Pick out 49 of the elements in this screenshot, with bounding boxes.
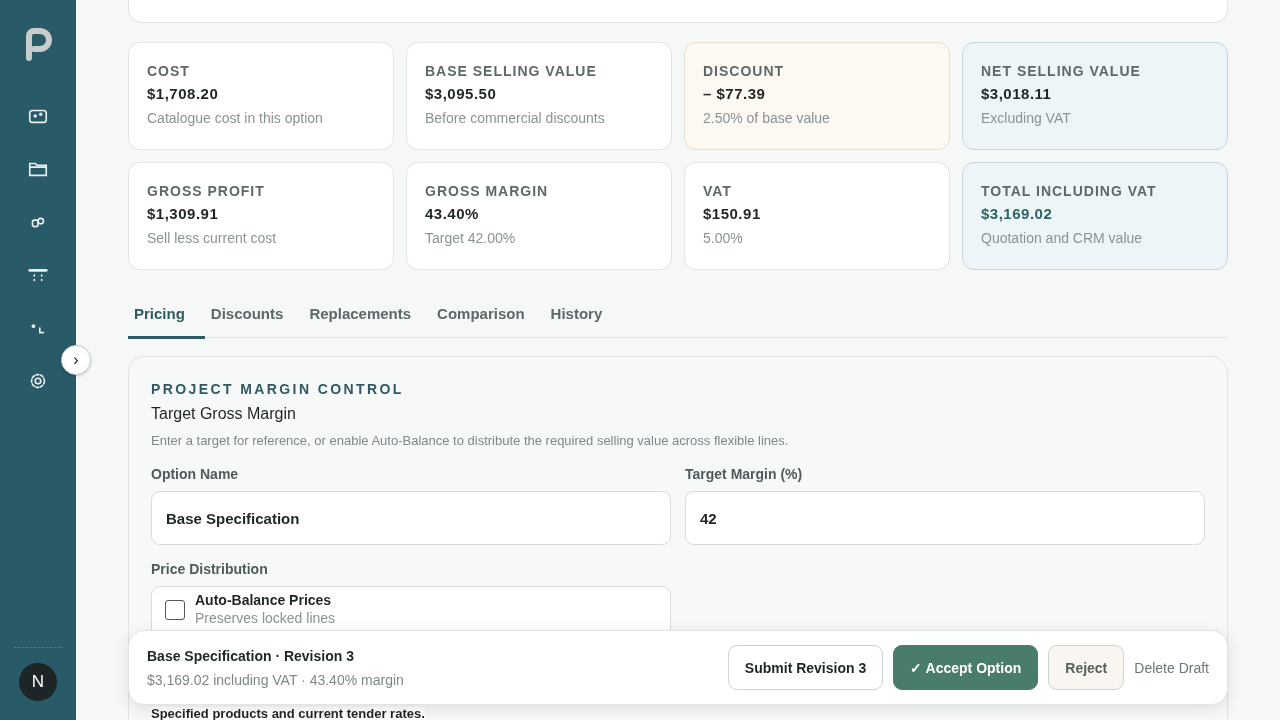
option-label: Auto-Balance Prices [195,592,333,608]
card-note: 5.00% [703,230,743,246]
option-hint: Preserves locked lines [195,610,336,626]
action-button[interactable]: ✓ Accept Option [893,645,1039,690]
card-label: DISCOUNT [703,63,785,79]
card-value: 43.40% [425,205,479,222]
action-button[interactable]: Reject [1048,645,1125,690]
logo-icon [23,28,53,62]
tab[interactable]: Pricing [128,283,205,339]
card-label: NET SELLING VALUE [981,63,1141,79]
input-field[interactable]: 42 [685,491,1205,545]
card-value: $1,309.91 [147,205,219,222]
option-summary: $3,169.02 including VAT · 43.40% margin [147,671,404,688]
input-field[interactable]: Base Specification [151,491,671,545]
card-note: Target 42.00% [425,230,516,246]
card-note: Catalogue cost in this option [147,110,323,126]
delete-link[interactable]: Delete Draft [1134,645,1209,690]
section-description: Enter a target for reference, or enable Auto-Balance to distribute the required selling value across flexible lines. [151,433,790,448]
card-value: $3,095.50 [425,85,497,102]
field-label: Target Margin (%) [685,466,804,482]
tab[interactable]: Replacements [303,283,432,339]
card-note: Sell less current cost [147,230,277,246]
section-title: Target Gross Margin [151,405,297,423]
card-note: 2.50% of base value [703,110,830,126]
card-value: $150.91 [703,205,761,222]
user-avatar[interactable]: N [19,663,57,701]
card-value: $1,708.20 [147,85,219,102]
field-label: Price Distribution [151,561,269,577]
card-label: COST [147,63,190,79]
card-note: Before commercial discounts [425,110,605,126]
tab[interactable]: Discounts [204,283,304,339]
card-label: TOTAL INCLUDING VAT [981,183,1157,199]
action-button[interactable]: Submit Revision 3 [727,645,884,690]
option-title: Base Specification · Revision 3 [147,647,355,664]
card-value: $3,018.11 [981,85,1052,102]
tab[interactable]: History [544,283,623,339]
field-label: Option Name [151,466,240,482]
card-value: $3,169.02 [981,205,1053,222]
tab[interactable]: Comparison [431,283,545,339]
card-value: – $77.39 [703,85,766,102]
card-label: BASE SELLING VALUE [425,63,597,79]
checkbox[interactable] [165,600,185,620]
card-label: GROSS PROFIT [147,183,265,199]
card-label: GROSS MARGIN [425,183,549,199]
card-note: Quotation and CRM value [981,230,1143,246]
section-note: Specified products and current tender rates. [151,707,425,720]
card-label: VAT [703,183,732,199]
section-eyebrow: PROJECT MARGIN CONTROL [151,381,405,397]
card-note: Excluding VAT [981,110,1071,126]
